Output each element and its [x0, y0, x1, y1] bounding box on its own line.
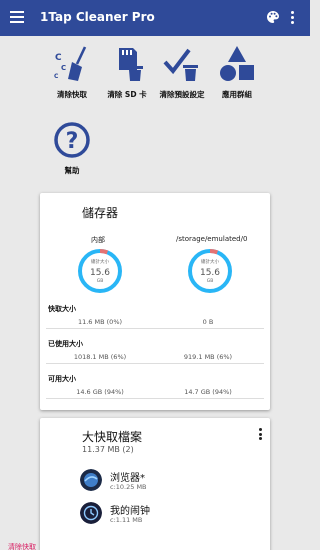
palette-icon[interactable] [266, 10, 280, 24]
more-vert-icon[interactable] [291, 11, 295, 25]
svg-text:C: C [61, 64, 66, 72]
shapes-icon [220, 46, 254, 81]
emulated-storage-gauge: 總計大小 15.6 GB [188, 249, 232, 293]
clear-sd-button[interactable]: 清除 SD 卡 [97, 44, 157, 100]
gauge-caption: 總計大小 [201, 258, 219, 265]
gauge-used-arc [99, 249, 109, 255]
svg-text:C: C [54, 73, 59, 80]
gauge-used-arc [209, 249, 219, 255]
clear-cache-link[interactable]: 清除快取 [8, 542, 36, 550]
large-cache-total: 11.37 MB (2) [82, 445, 134, 454]
divider [46, 328, 264, 329]
sd-card-trash-icon [119, 48, 143, 81]
hamburger-icon[interactable] [10, 11, 24, 23]
clock-icon [80, 502, 102, 524]
divider [46, 398, 264, 399]
storage-heading: 儲存器 [82, 206, 119, 220]
cache-size-internal: 11.6 MB (0%) [77, 318, 123, 326]
svg-text:C: C [55, 53, 62, 63]
internal-storage-gauge: 總計大小 15.6 GB [78, 249, 122, 293]
app-title: 1Tap Cleaner Pro [40, 10, 155, 24]
list-item[interactable]: 浏览器* c:10.25 MB [80, 468, 260, 494]
gauge-caption: 總計大小 [91, 258, 109, 265]
used-size-emulated: 919.1 MB (6%) [183, 353, 233, 361]
svg-text:?: ? [66, 129, 79, 154]
clear-defaults-button[interactable]: 清除預設設定 [152, 44, 212, 100]
gauge-value: 15.6 [200, 268, 220, 278]
tool-label: 應用群組 [222, 90, 252, 99]
app-name: 我的闹钟 [110, 506, 150, 517]
app-cache-size: c:10.25 MB [110, 483, 147, 491]
cache-size-label: 快取大小 [48, 305, 76, 313]
storage-card: 儲存器 内部 /storage/emulated/0 總計大小 15.6 GB … [40, 193, 270, 410]
broom-cache-icon: C C C [54, 46, 87, 81]
app-groups-button[interactable]: 應用群組 [207, 44, 267, 100]
list-item[interactable]: 我的闹钟 c:1.11 MB [80, 501, 260, 527]
tool-label: 清除預設設定 [159, 90, 205, 99]
used-size-internal: 1018.1 MB (6%) [73, 353, 127, 361]
free-size-emulated: 14.7 GB (94%) [184, 388, 232, 396]
free-size-label: 可用大小 [48, 375, 76, 383]
app-cache-size: c:1.11 MB [110, 516, 143, 524]
internal-column-label: 内部 [91, 236, 105, 244]
gauge-unit: GB [207, 278, 214, 284]
tool-label: 幫助 [64, 166, 80, 175]
gauge-unit: GB [97, 278, 104, 284]
help-button[interactable]: ? 幫助 [42, 120, 102, 176]
free-size-internal: 14.6 GB (94%) [76, 388, 124, 396]
large-cache-card: 大快取檔案 11.37 MB (2) 浏览器* c:10.25 MB 我的闹钟 … [40, 418, 270, 550]
used-size-label: 已使用大小 [48, 340, 83, 348]
tool-label: 清除快取 [57, 90, 87, 99]
help-circle-icon: ? [54, 122, 90, 158]
large-cache-heading: 大快取檔案 [82, 430, 143, 444]
gauge-value: 15.6 [90, 268, 110, 278]
more-vert-icon[interactable] [259, 428, 263, 440]
browser-icon [80, 469, 102, 491]
app-name: 浏览器* [110, 473, 145, 484]
check-trash-icon [163, 48, 198, 81]
emulated-column-label: /storage/emulated/0 [176, 235, 248, 243]
cache-size-emulated: 0 B [202, 318, 214, 326]
app-bar: 1Tap Cleaner Pro [0, 0, 310, 36]
clear-cache-button[interactable]: C C C 清除快取 [42, 44, 102, 100]
tool-label: 清除 SD 卡 [107, 90, 147, 99]
divider [46, 363, 264, 364]
